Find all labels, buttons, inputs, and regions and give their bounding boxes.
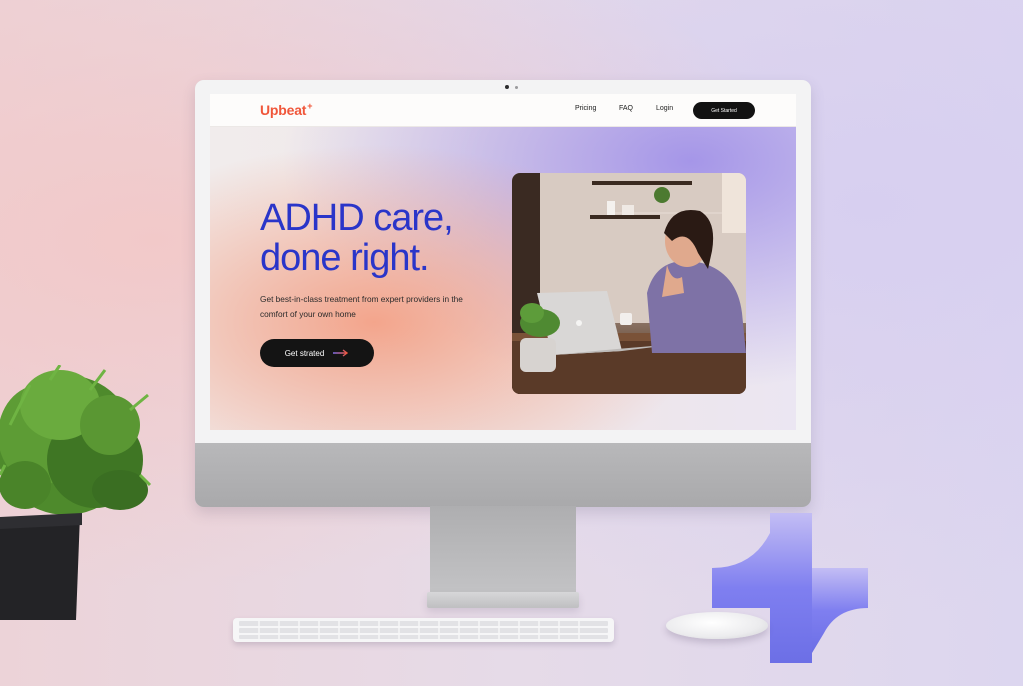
- top-navbar: Upbeat+ Pricing FAQ Login Get Started: [210, 94, 796, 127]
- hero-subtitle: Get best-in-class treatment from expert …: [260, 294, 463, 319]
- mockup-scene: Upbeat+ Pricing FAQ Login Get Started AD…: [0, 0, 1023, 686]
- upbeat-logo[interactable]: Upbeat+: [260, 101, 313, 118]
- mouse: [666, 612, 768, 639]
- nav-link-pricing[interactable]: Pricing: [575, 105, 596, 112]
- nav-link-faq[interactable]: FAQ: [619, 105, 633, 112]
- get-started-nav-button[interactable]: Get Started: [693, 102, 755, 119]
- camera-icon: [505, 85, 509, 89]
- upbeat-brand-mark-icon: [712, 513, 868, 663]
- hero-cta-label: Get strated: [284, 348, 325, 358]
- get-started-hero-button[interactable]: Get strated: [260, 339, 374, 367]
- monitor-stand: [430, 506, 576, 594]
- keyboard: [233, 618, 614, 642]
- potted-plant-image: [0, 365, 152, 620]
- hero-headline: ADHD care, done right.: [260, 197, 454, 279]
- get-started-nav-label: Get Started: [711, 107, 737, 114]
- logo-plus-icon: +: [307, 101, 313, 111]
- monitor-chin: [195, 443, 811, 507]
- camera-sensor-icon: [515, 86, 518, 89]
- arrow-right-icon: [333, 349, 349, 357]
- hero-headline-line-1: ADHD care,: [260, 197, 454, 239]
- logo-text: Upbeat: [260, 102, 307, 118]
- hero-headline-line-2: done right.: [260, 237, 430, 279]
- hero-photo: [512, 173, 746, 394]
- website-screen: Upbeat+ Pricing FAQ Login Get Started AD…: [210, 94, 796, 430]
- nav-link-login[interactable]: Login: [656, 105, 673, 112]
- monitor-stand-base: [427, 592, 579, 608]
